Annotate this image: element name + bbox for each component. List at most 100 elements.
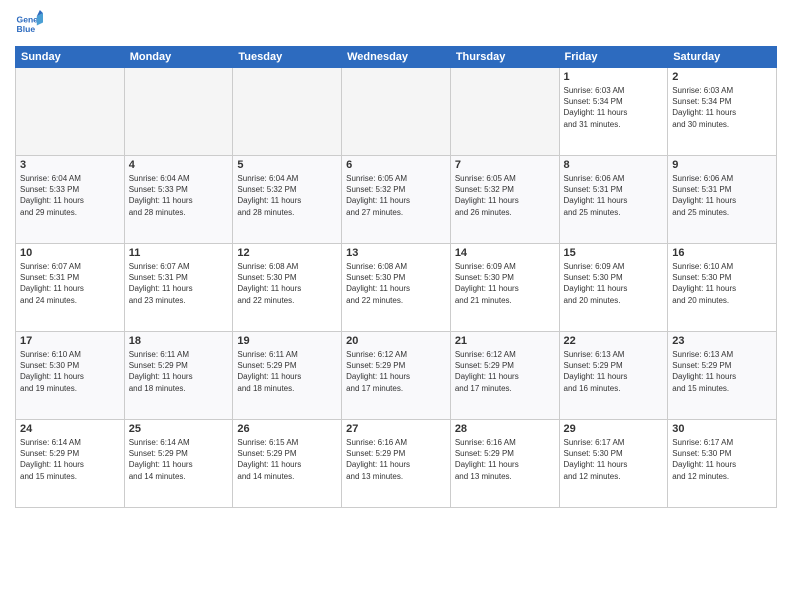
day-number: 18: [129, 335, 229, 347]
weekday-header: Thursday: [450, 47, 559, 68]
calendar-cell: 27 Sunrise: 6:16 AM Sunset: 5:29 PM Dayli…: [342, 420, 451, 508]
calendar-cell: 21 Sunrise: 6:12 AM Sunset: 5:29 PM Dayli…: [450, 332, 559, 420]
calendar-cell: 3 Sunrise: 6:04 AM Sunset: 5:33 PM Daylig…: [16, 156, 125, 244]
day-info: Sunrise: 6:11 AM Sunset: 5:29 PM Dayligh…: [129, 349, 229, 394]
header: General Blue: [15, 10, 777, 38]
day-info: Sunrise: 6:07 AM Sunset: 5:31 PM Dayligh…: [20, 261, 120, 306]
calendar-cell: 23 Sunrise: 6:13 AM Sunset: 5:29 PM Dayli…: [668, 332, 777, 420]
day-info: Sunrise: 6:03 AM Sunset: 5:34 PM Dayligh…: [564, 85, 664, 130]
day-number: 11: [129, 247, 229, 259]
day-info: Sunrise: 6:14 AM Sunset: 5:29 PM Dayligh…: [20, 437, 120, 482]
day-number: 27: [346, 423, 446, 435]
day-number: 26: [237, 423, 337, 435]
day-info: Sunrise: 6:09 AM Sunset: 5:30 PM Dayligh…: [455, 261, 555, 306]
calendar-week-row: 10 Sunrise: 6:07 AM Sunset: 5:31 PM Dayli…: [16, 244, 777, 332]
day-number: 13: [346, 247, 446, 259]
day-info: Sunrise: 6:12 AM Sunset: 5:29 PM Dayligh…: [346, 349, 446, 394]
day-info: Sunrise: 6:13 AM Sunset: 5:29 PM Dayligh…: [672, 349, 772, 394]
day-number: 15: [564, 247, 664, 259]
day-number: 3: [20, 159, 120, 171]
day-number: 12: [237, 247, 337, 259]
day-info: Sunrise: 6:06 AM Sunset: 5:31 PM Dayligh…: [672, 173, 772, 218]
day-info: Sunrise: 6:13 AM Sunset: 5:29 PM Dayligh…: [564, 349, 664, 394]
day-number: 7: [455, 159, 555, 171]
calendar-cell: 13Sunrise: 6:08 AM Sunset: 5:30 PM Dayli…: [342, 244, 451, 332]
calendar-cell: 15 Sunrise: 6:09 AM Sunset: 5:30 PM Dayli…: [559, 244, 668, 332]
day-number: 22: [564, 335, 664, 347]
day-number: 21: [455, 335, 555, 347]
day-number: 28: [455, 423, 555, 435]
day-number: 6: [346, 159, 446, 171]
weekday-header: Friday: [559, 47, 668, 68]
day-number: 10: [20, 247, 120, 259]
calendar-cell: 28 Sunrise: 6:16 AM Sunset: 5:29 PM Dayli…: [450, 420, 559, 508]
logo-icon: General Blue: [15, 10, 43, 38]
calendar-cell: 22 Sunrise: 6:13 AM Sunset: 5:29 PM Dayli…: [559, 332, 668, 420]
day-number: 17: [20, 335, 120, 347]
calendar: SundayMondayTuesdayWednesdayThursdayFrid…: [15, 46, 777, 508]
calendar-cell: 4Sunrise: 6:04 AM Sunset: 5:33 PM Daylig…: [124, 156, 233, 244]
calendar-cell: 11Sunrise: 6:07 AM Sunset: 5:31 PM Dayli…: [124, 244, 233, 332]
calendar-cell: 30 Sunrise: 6:17 AM Sunset: 5:30 PM Dayli…: [668, 420, 777, 508]
day-number: 14: [455, 247, 555, 259]
calendar-cell: 8Sunrise: 6:06 AM Sunset: 5:31 PM Daylig…: [559, 156, 668, 244]
day-info: Sunrise: 6:09 AM Sunset: 5:30 PM Dayligh…: [564, 261, 664, 306]
calendar-cell: 10 Sunrise: 6:07 AM Sunset: 5:31 PM Dayli…: [16, 244, 125, 332]
day-info: Sunrise: 6:04 AM Sunset: 5:33 PM Dayligh…: [20, 173, 120, 218]
day-info: Sunrise: 6:17 AM Sunset: 5:30 PM Dayligh…: [564, 437, 664, 482]
day-info: Sunrise: 6:15 AM Sunset: 5:29 PM Dayligh…: [237, 437, 337, 482]
calendar-cell: 18 Sunrise: 6:11 AM Sunset: 5:29 PM Dayli…: [124, 332, 233, 420]
day-number: 1: [564, 71, 664, 83]
day-info: Sunrise: 6:16 AM Sunset: 5:29 PM Dayligh…: [346, 437, 446, 482]
day-info: Sunrise: 6:10 AM Sunset: 5:30 PM Dayligh…: [20, 349, 120, 394]
day-info: Sunrise: 6:05 AM Sunset: 5:32 PM Dayligh…: [346, 173, 446, 218]
day-number: 8: [564, 159, 664, 171]
weekday-header: Monday: [124, 47, 233, 68]
calendar-cell: [342, 68, 451, 156]
calendar-cell: 14 Sunrise: 6:09 AM Sunset: 5:30 PM Dayli…: [450, 244, 559, 332]
day-number: 9: [672, 159, 772, 171]
calendar-cell: 16 Sunrise: 6:10 AM Sunset: 5:30 PM Dayli…: [668, 244, 777, 332]
day-number: 19: [237, 335, 337, 347]
day-number: 25: [129, 423, 229, 435]
day-number: 29: [564, 423, 664, 435]
calendar-cell: 1 Sunrise: 6:03 AM Sunset: 5:34 PM Daylig…: [559, 68, 668, 156]
calendar-cell: 29 Sunrise: 6:17 AM Sunset: 5:30 PM Dayli…: [559, 420, 668, 508]
calendar-cell: [450, 68, 559, 156]
day-info: Sunrise: 6:10 AM Sunset: 5:30 PM Dayligh…: [672, 261, 772, 306]
day-info: Sunrise: 6:12 AM Sunset: 5:29 PM Dayligh…: [455, 349, 555, 394]
calendar-cell: [16, 68, 125, 156]
calendar-week-row: 17 Sunrise: 6:10 AM Sunset: 5:30 PM Dayli…: [16, 332, 777, 420]
calendar-cell: 7Sunrise: 6:05 AM Sunset: 5:32 PM Daylig…: [450, 156, 559, 244]
day-info: Sunrise: 6:17 AM Sunset: 5:30 PM Dayligh…: [672, 437, 772, 482]
weekday-header: Sunday: [16, 47, 125, 68]
calendar-cell: [233, 68, 342, 156]
calendar-cell: [124, 68, 233, 156]
calendar-cell: 17 Sunrise: 6:10 AM Sunset: 5:30 PM Dayli…: [16, 332, 125, 420]
weekday-header: Tuesday: [233, 47, 342, 68]
day-number: 30: [672, 423, 772, 435]
calendar-cell: 26 Sunrise: 6:15 AM Sunset: 5:29 PM Dayli…: [233, 420, 342, 508]
calendar-week-row: 24 Sunrise: 6:14 AM Sunset: 5:29 PM Dayli…: [16, 420, 777, 508]
calendar-cell: 9 Sunrise: 6:06 AM Sunset: 5:31 PM Daylig…: [668, 156, 777, 244]
day-info: Sunrise: 6:04 AM Sunset: 5:33 PM Dayligh…: [129, 173, 229, 218]
calendar-cell: 19 Sunrise: 6:11 AM Sunset: 5:29 PM Dayli…: [233, 332, 342, 420]
weekday-header: Wednesday: [342, 47, 451, 68]
calendar-cell: 24 Sunrise: 6:14 AM Sunset: 5:29 PM Dayli…: [16, 420, 125, 508]
day-info: Sunrise: 6:03 AM Sunset: 5:34 PM Dayligh…: [672, 85, 772, 130]
day-info: Sunrise: 6:04 AM Sunset: 5:32 PM Dayligh…: [237, 173, 337, 218]
calendar-header-row: SundayMondayTuesdayWednesdayThursdayFrid…: [16, 47, 777, 68]
day-info: Sunrise: 6:08 AM Sunset: 5:30 PM Dayligh…: [237, 261, 337, 306]
calendar-cell: 2 Sunrise: 6:03 AM Sunset: 5:34 PM Daylig…: [668, 68, 777, 156]
day-info: Sunrise: 6:16 AM Sunset: 5:29 PM Dayligh…: [455, 437, 555, 482]
day-info: Sunrise: 6:11 AM Sunset: 5:29 PM Dayligh…: [237, 349, 337, 394]
day-number: 24: [20, 423, 120, 435]
calendar-cell: 20Sunrise: 6:12 AM Sunset: 5:29 PM Dayli…: [342, 332, 451, 420]
logo: General Blue: [15, 10, 47, 38]
day-number: 5: [237, 159, 337, 171]
day-number: 16: [672, 247, 772, 259]
calendar-cell: 12 Sunrise: 6:08 AM Sunset: 5:30 PM Dayli…: [233, 244, 342, 332]
day-number: 2: [672, 71, 772, 83]
day-number: 23: [672, 335, 772, 347]
day-info: Sunrise: 6:14 AM Sunset: 5:29 PM Dayligh…: [129, 437, 229, 482]
